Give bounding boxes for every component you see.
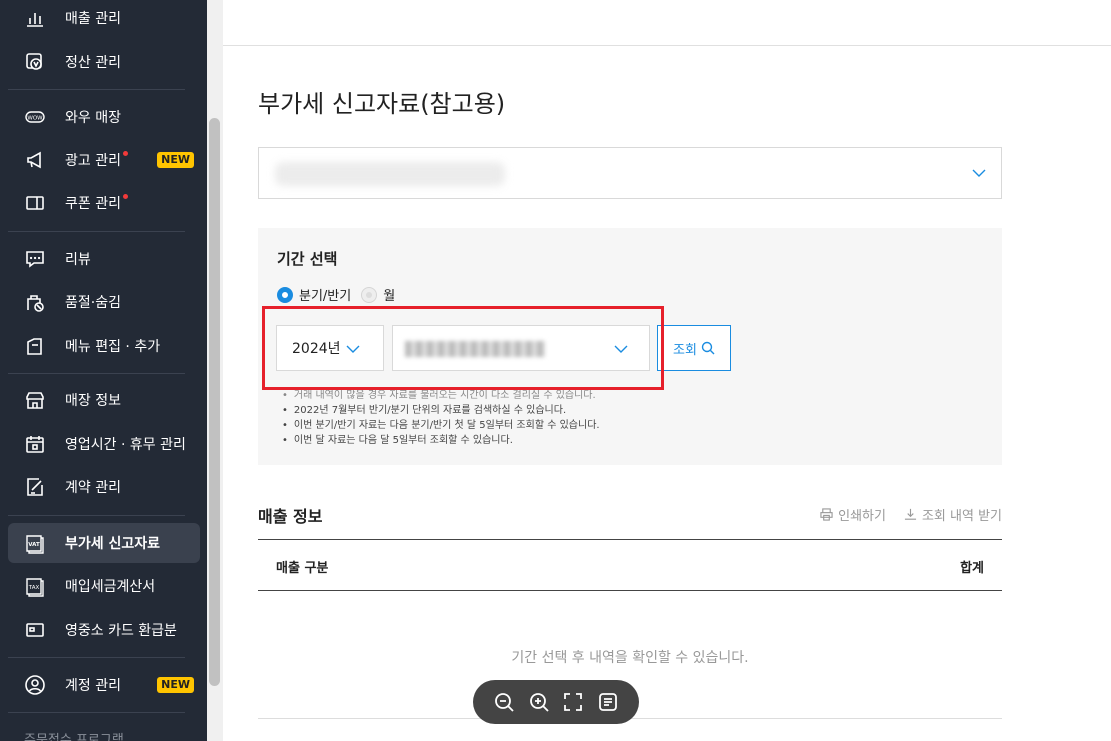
settlement-icon [24,51,46,73]
sidebar-item-settlement[interactable]: 정산 관리 [0,42,207,82]
sidebar-item-label: 쿠폰 관리 [65,196,121,212]
download-button[interactable]: 조회 내역 받기 [904,505,1002,524]
sidebar-item-coupon[interactable]: 쿠폰 관리 [0,183,207,223]
sidebar-item-label: 매장 정보 [65,393,121,409]
store-name-redacted [275,162,505,186]
sidebar-item-label: 광고 관리 [65,153,121,169]
store-select[interactable] [258,147,1002,199]
chat-icon [24,248,46,270]
svg-text:VAT: VAT [28,542,40,548]
sidebar-item-label: 와우 매장 [65,110,121,126]
radio-quarter-label[interactable]: 분기/반기 [299,285,351,304]
sidebar-item-label: 영중소 카드 환급분 [65,623,177,639]
column-header-category: 매출 구분 [276,561,329,576]
sidebar-item-hours[interactable]: 영업시간 · 휴무 관리 [0,424,207,464]
notification-dot [122,193,128,199]
sidebar-item-label: 매입세금계산서 [65,579,156,595]
calendar-icon [24,433,46,455]
bar-chart-icon [24,7,46,29]
period-type-radio-group: 분기/반기 월 [277,285,395,304]
sidebar-item-account[interactable]: 계정 관리 NEW [0,665,207,705]
sidebar-divider [8,657,185,658]
sales-table-header: 매출 구분 합계 [258,539,1002,591]
note-item: 이번 달 자료는 다음 달 5일부터 조회할 수 있습니다. [282,433,600,448]
new-badge: NEW [157,152,194,168]
sidebar-divider [8,231,185,232]
note-item: 거래 내역이 많을 경우 자료를 불러오는 시간이 다소 걸리실 수 있습니다. [282,388,600,403]
sidebar-item-sales[interactable]: 매출 관리 [0,0,207,38]
sidebar-item-label: 정산 관리 [65,55,121,71]
tax-icon: TAX [24,575,46,597]
svg-text:WOW: WOW [27,116,43,122]
sidebar-item-ads[interactable]: 광고 관리 NEW [0,140,207,180]
sidebar-divider [8,373,185,374]
search-button[interactable]: 조회 [657,325,731,371]
notes-list: 거래 내역이 많을 경우 자료를 불러오는 시간이 다소 걸리실 수 있습니다.… [282,388,600,448]
sidebar-divider [8,515,185,516]
sidebar-footer-label[interactable]: 주문접수 프로그램 [24,729,124,741]
sales-actions: 인쇄하기 조회 내역 받기 [820,505,1002,524]
printer-icon [820,508,833,521]
soldout-icon [24,291,46,313]
viewer-toolbar [473,680,639,724]
sidebar-item-wow[interactable]: WOW 와우 매장 [0,97,207,137]
search-icon [701,341,715,355]
wow-icon: WOW [24,106,46,128]
search-button-label: 조회 [673,342,697,358]
sidebar-item-label: 매출 관리 [65,11,121,27]
top-bar [223,0,1111,46]
card-icon [24,619,46,641]
sidebar-item-menu-edit[interactable]: 메뉴 편집 · 추가 [0,326,207,366]
sidebar-item-label: 부가세 신고자료 [65,536,161,552]
new-badge: NEW [157,677,194,693]
radio-month[interactable] [361,286,378,303]
sidebar-item-label: 영업시간 · 휴무 관리 [65,437,186,453]
coupon-icon [24,192,46,214]
vat-icon: VAT [24,532,46,554]
document-icon[interactable] [597,691,619,713]
empty-state-message: 기간 선택 후 내역을 확인할 수 있습니다. [511,650,749,666]
download-icon [904,508,917,520]
sidebar-item-label: 품절·숨김 [65,295,121,311]
zoom-in-icon[interactable] [528,691,550,713]
sidebar-item-label: 계약 관리 [65,480,121,496]
sidebar-item-store-info[interactable]: 매장 정보 [0,380,207,420]
zoom-out-icon[interactable] [493,691,515,713]
user-icon [24,674,46,696]
sidebar: 매출 관리 정산 관리 WOW 와우 매장 광고 관리 NEW 쿠폰 관리 리뷰… [0,0,207,741]
print-button-label: 인쇄하기 [838,509,886,524]
page-title: 부가세 신고자료(참고용) [258,90,506,118]
print-button[interactable]: 인쇄하기 [820,505,886,524]
sidebar-item-contract[interactable]: 계약 관리 [0,467,207,507]
sidebar-divider [8,89,185,90]
sidebar-item-soldout[interactable]: 품절·숨김 [0,282,207,322]
menu-edit-icon [24,335,46,357]
contract-icon [24,476,46,498]
note-item: 이번 분기/반기 자료는 다음 분기/반기 첫 달 5일부터 조회할 수 있습니… [282,418,600,433]
sidebar-scrollbar-thumb[interactable] [209,118,220,686]
sidebar-item-label: 리뷰 [65,252,91,268]
period-title: 기간 선택 [277,250,338,268]
notification-dot [122,150,128,156]
svg-text:TAX: TAX [28,585,40,591]
sidebar-item-card-refund[interactable]: 영중소 카드 환급분 [0,610,207,650]
radio-quarter[interactable] [277,286,293,303]
chevron-down-icon [972,169,986,177]
sidebar-item-label: 메뉴 편집 · 추가 [65,339,161,355]
store-icon [24,389,46,411]
sidebar-item-purchase-invoice[interactable]: TAX 매입세금계산서 [0,566,207,606]
download-button-label: 조회 내역 받기 [921,509,1002,524]
note-item: 2022년 7월부터 반기/분기 단위의 자료를 검색하실 수 있습니다. [282,403,600,418]
sidebar-divider [8,712,185,713]
highlight-annotation-box [262,306,664,390]
sidebar-item-vat[interactable]: VAT 부가세 신고자료 [8,523,200,563]
column-header-total: 합계 [960,561,984,576]
radio-month-label[interactable]: 월 [383,285,395,304]
fullscreen-icon[interactable] [562,691,584,713]
sales-info-title: 매출 정보 [258,507,323,526]
megaphone-icon [24,149,46,171]
sidebar-item-label: 계정 관리 [65,678,121,694]
sidebar-item-review[interactable]: 리뷰 [0,239,207,279]
